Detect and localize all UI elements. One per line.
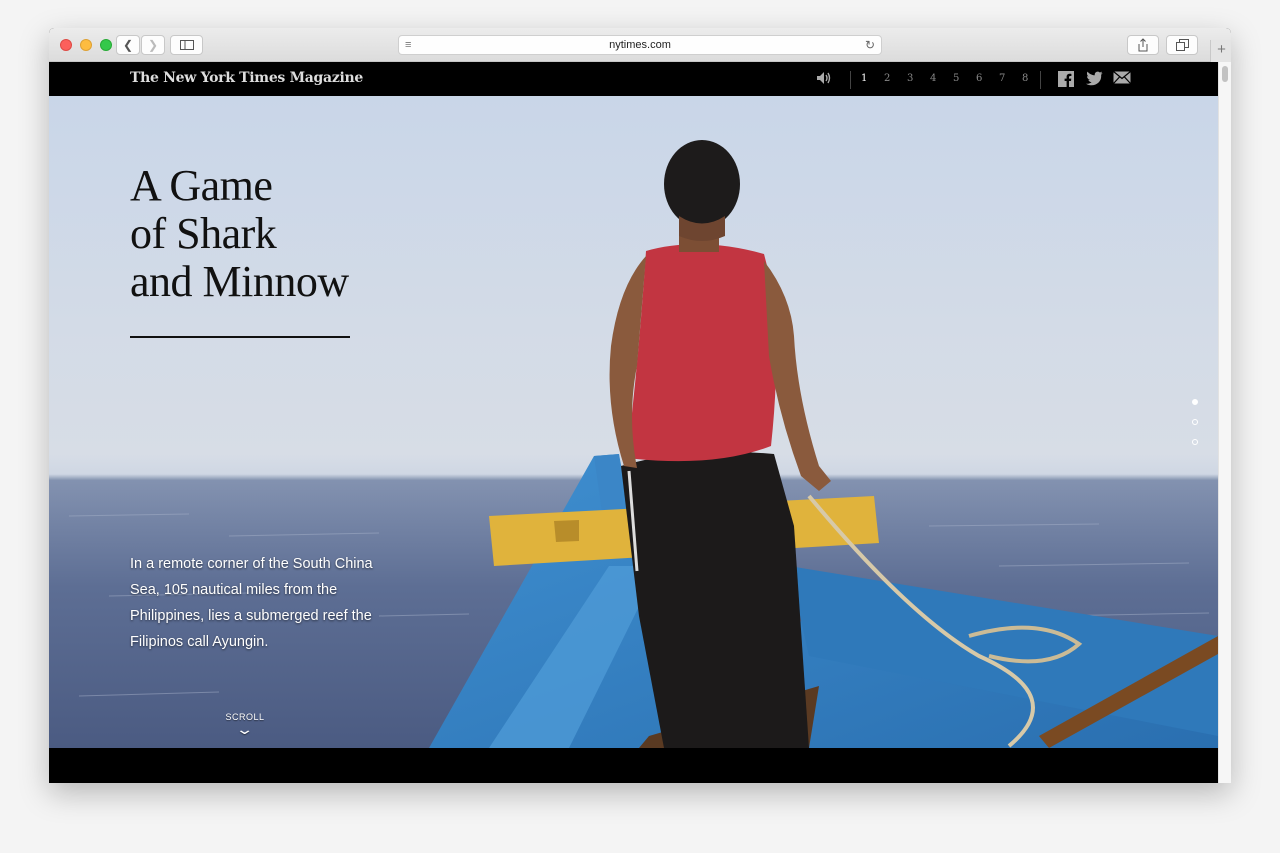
minimize-window-button[interactable] xyxy=(80,39,92,51)
chapter-link-7[interactable]: 7 xyxy=(999,73,1022,84)
back-button[interactable]: ❮ xyxy=(116,35,140,55)
address-bar[interactable]: ≡ nytimes.com ↻ xyxy=(398,35,882,55)
forward-button[interactable]: ❯ xyxy=(141,35,165,55)
section-dot-3[interactable] xyxy=(1192,439,1198,445)
header-divider xyxy=(850,71,851,89)
bottom-bar xyxy=(49,748,1218,783)
article-dek: In a remote corner of the South China Se… xyxy=(130,556,373,650)
browser-toolbar: ❮ ❯ ≡ nytimes.com ↻ + xyxy=(49,28,1231,62)
reader-icon[interactable]: ≡ xyxy=(405,36,411,54)
email-icon[interactable] xyxy=(1113,71,1131,87)
share-button[interactable] xyxy=(1127,35,1159,55)
sidebar-button[interactable] xyxy=(170,35,203,55)
chevron-down-icon: ⌄ xyxy=(235,721,255,737)
browser-window: ❮ ❯ ≡ nytimes.com ↻ + The New York Times… xyxy=(49,28,1231,783)
sidebar-icon xyxy=(179,40,194,50)
scrollbar-thumb[interactable] xyxy=(1222,66,1228,82)
plus-icon: + xyxy=(1217,41,1226,58)
chapter-link-1[interactable]: 1 xyxy=(861,73,884,84)
nyt-header: The New York Times Magazine 1 2 3 4 5 6 … xyxy=(49,62,1218,96)
chapter-link-2[interactable]: 2 xyxy=(884,73,907,84)
zoom-window-button[interactable] xyxy=(100,39,112,51)
headline-line: A Game xyxy=(130,161,273,210)
share-icon xyxy=(1138,38,1148,52)
chapter-link-5[interactable]: 5 xyxy=(953,73,976,84)
headline-rule xyxy=(130,336,350,338)
nyt-magazine-logo[interactable]: The New York Times Magazine xyxy=(130,70,363,86)
section-dot-1[interactable] xyxy=(1192,399,1198,405)
url-text: nytimes.com xyxy=(609,39,671,51)
section-dot-2[interactable] xyxy=(1192,419,1198,425)
scroll-button[interactable]: SCROLL ⌄ xyxy=(219,712,271,736)
reload-icon[interactable]: ↻ xyxy=(865,36,875,54)
speaker-icon xyxy=(817,72,831,84)
close-window-button[interactable] xyxy=(60,39,72,51)
chapter-link-8[interactable]: 8 xyxy=(1022,73,1045,84)
facebook-icon[interactable] xyxy=(1058,71,1074,90)
chevron-left-icon: ❮ xyxy=(122,38,134,52)
tabs-icon xyxy=(1175,39,1189,51)
new-tab-button[interactable]: + xyxy=(1210,40,1231,62)
tabs-button[interactable] xyxy=(1166,35,1198,55)
chapter-link-3[interactable]: 3 xyxy=(907,73,930,84)
chapter-link-4[interactable]: 4 xyxy=(930,73,953,84)
article-headline: A Game of Shark and Minnow xyxy=(130,162,380,306)
page-scrollbar[interactable] xyxy=(1218,62,1231,783)
twitter-icon[interactable] xyxy=(1085,71,1103,89)
chapter-nav: 1 2 3 4 5 6 7 8 xyxy=(861,73,1045,84)
chevron-right-icon: ❯ xyxy=(147,38,159,52)
section-dots xyxy=(1192,399,1198,459)
sound-button[interactable] xyxy=(816,71,832,88)
header-divider xyxy=(1040,71,1041,89)
chapter-link-6[interactable]: 6 xyxy=(976,73,999,84)
hero-image: A Game of Shark and Minnow In a remote c… xyxy=(49,96,1218,748)
headline-line: of Shark xyxy=(130,209,277,258)
headline-line: and Minnow xyxy=(130,257,349,306)
